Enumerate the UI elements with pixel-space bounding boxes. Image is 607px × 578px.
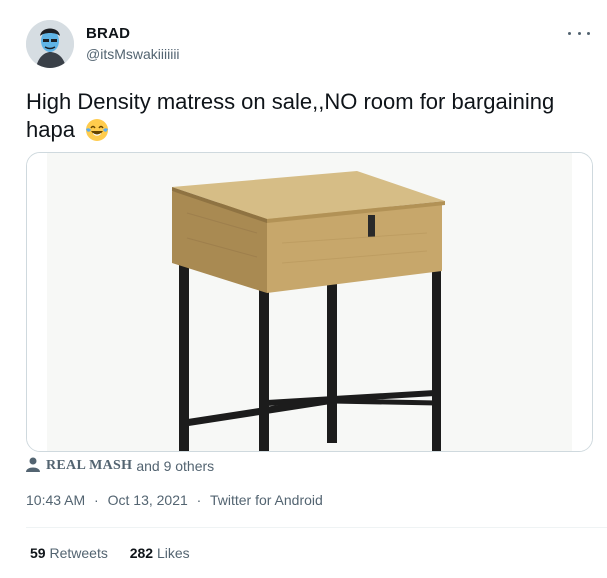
tweet-stats: 59 Retweets 282 Likes [30, 545, 208, 561]
tweet: BRAD @itsMswakiiiiiii High Density matre… [0, 0, 607, 578]
face-with-tears-of-joy-icon [85, 118, 109, 149]
retweets-count: 59 [30, 545, 46, 561]
tweet-text: High Density matress on sale,,NO room fo… [26, 88, 596, 149]
author-handle[interactable]: @itsMswakiiiiiii [86, 46, 180, 62]
social-context[interactable]: REAL MASH and 9 others [26, 457, 214, 475]
tweet-image[interactable] [26, 152, 593, 452]
retweets-stat[interactable]: 59 Retweets [30, 545, 108, 561]
retweets-label: Retweets [49, 545, 108, 561]
school-desk-illustration [27, 153, 592, 451]
social-context-name[interactable]: REAL MASH [46, 458, 132, 474]
social-context-rest: and 9 others [136, 458, 215, 474]
likes-count: 282 [129, 545, 154, 561]
meta-separator: · [94, 492, 99, 508]
meta-separator: · [196, 492, 202, 508]
tweet-date[interactable]: Oct 13, 2021 [108, 492, 188, 508]
likes-stat[interactable]: 282 Likes [130, 545, 190, 561]
tweet-meta: 10:43 AM · Oct 13, 2021 · Twitter for An… [26, 492, 323, 508]
likes-label: Likes [156, 545, 190, 561]
divider [26, 527, 607, 528]
person-icon [26, 457, 40, 475]
tweet-time[interactable]: 10:43 AM [26, 492, 85, 508]
more-options-icon[interactable] [568, 26, 590, 40]
author-name[interactable]: BRAD [86, 25, 130, 42]
avatar[interactable] [26, 20, 74, 68]
tweet-source[interactable]: Twitter for Android [210, 492, 323, 508]
